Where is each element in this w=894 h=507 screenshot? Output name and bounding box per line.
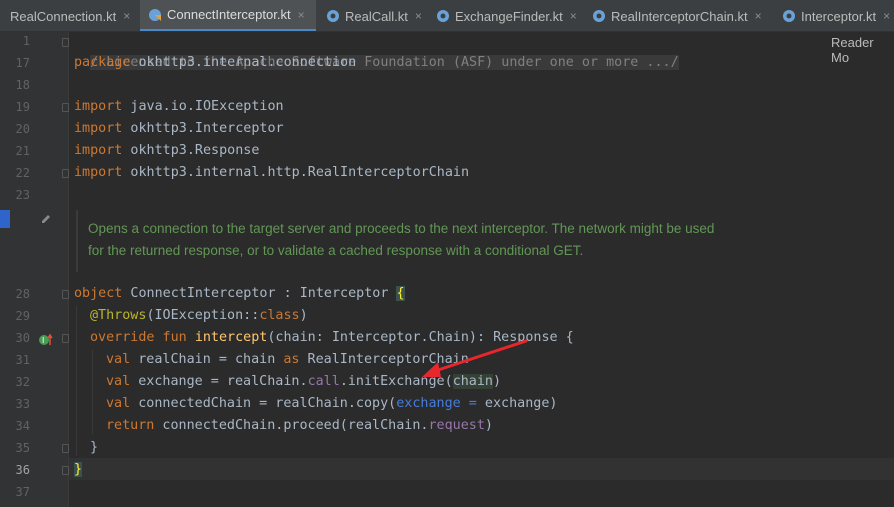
red-arrow-icon	[422, 339, 528, 377]
